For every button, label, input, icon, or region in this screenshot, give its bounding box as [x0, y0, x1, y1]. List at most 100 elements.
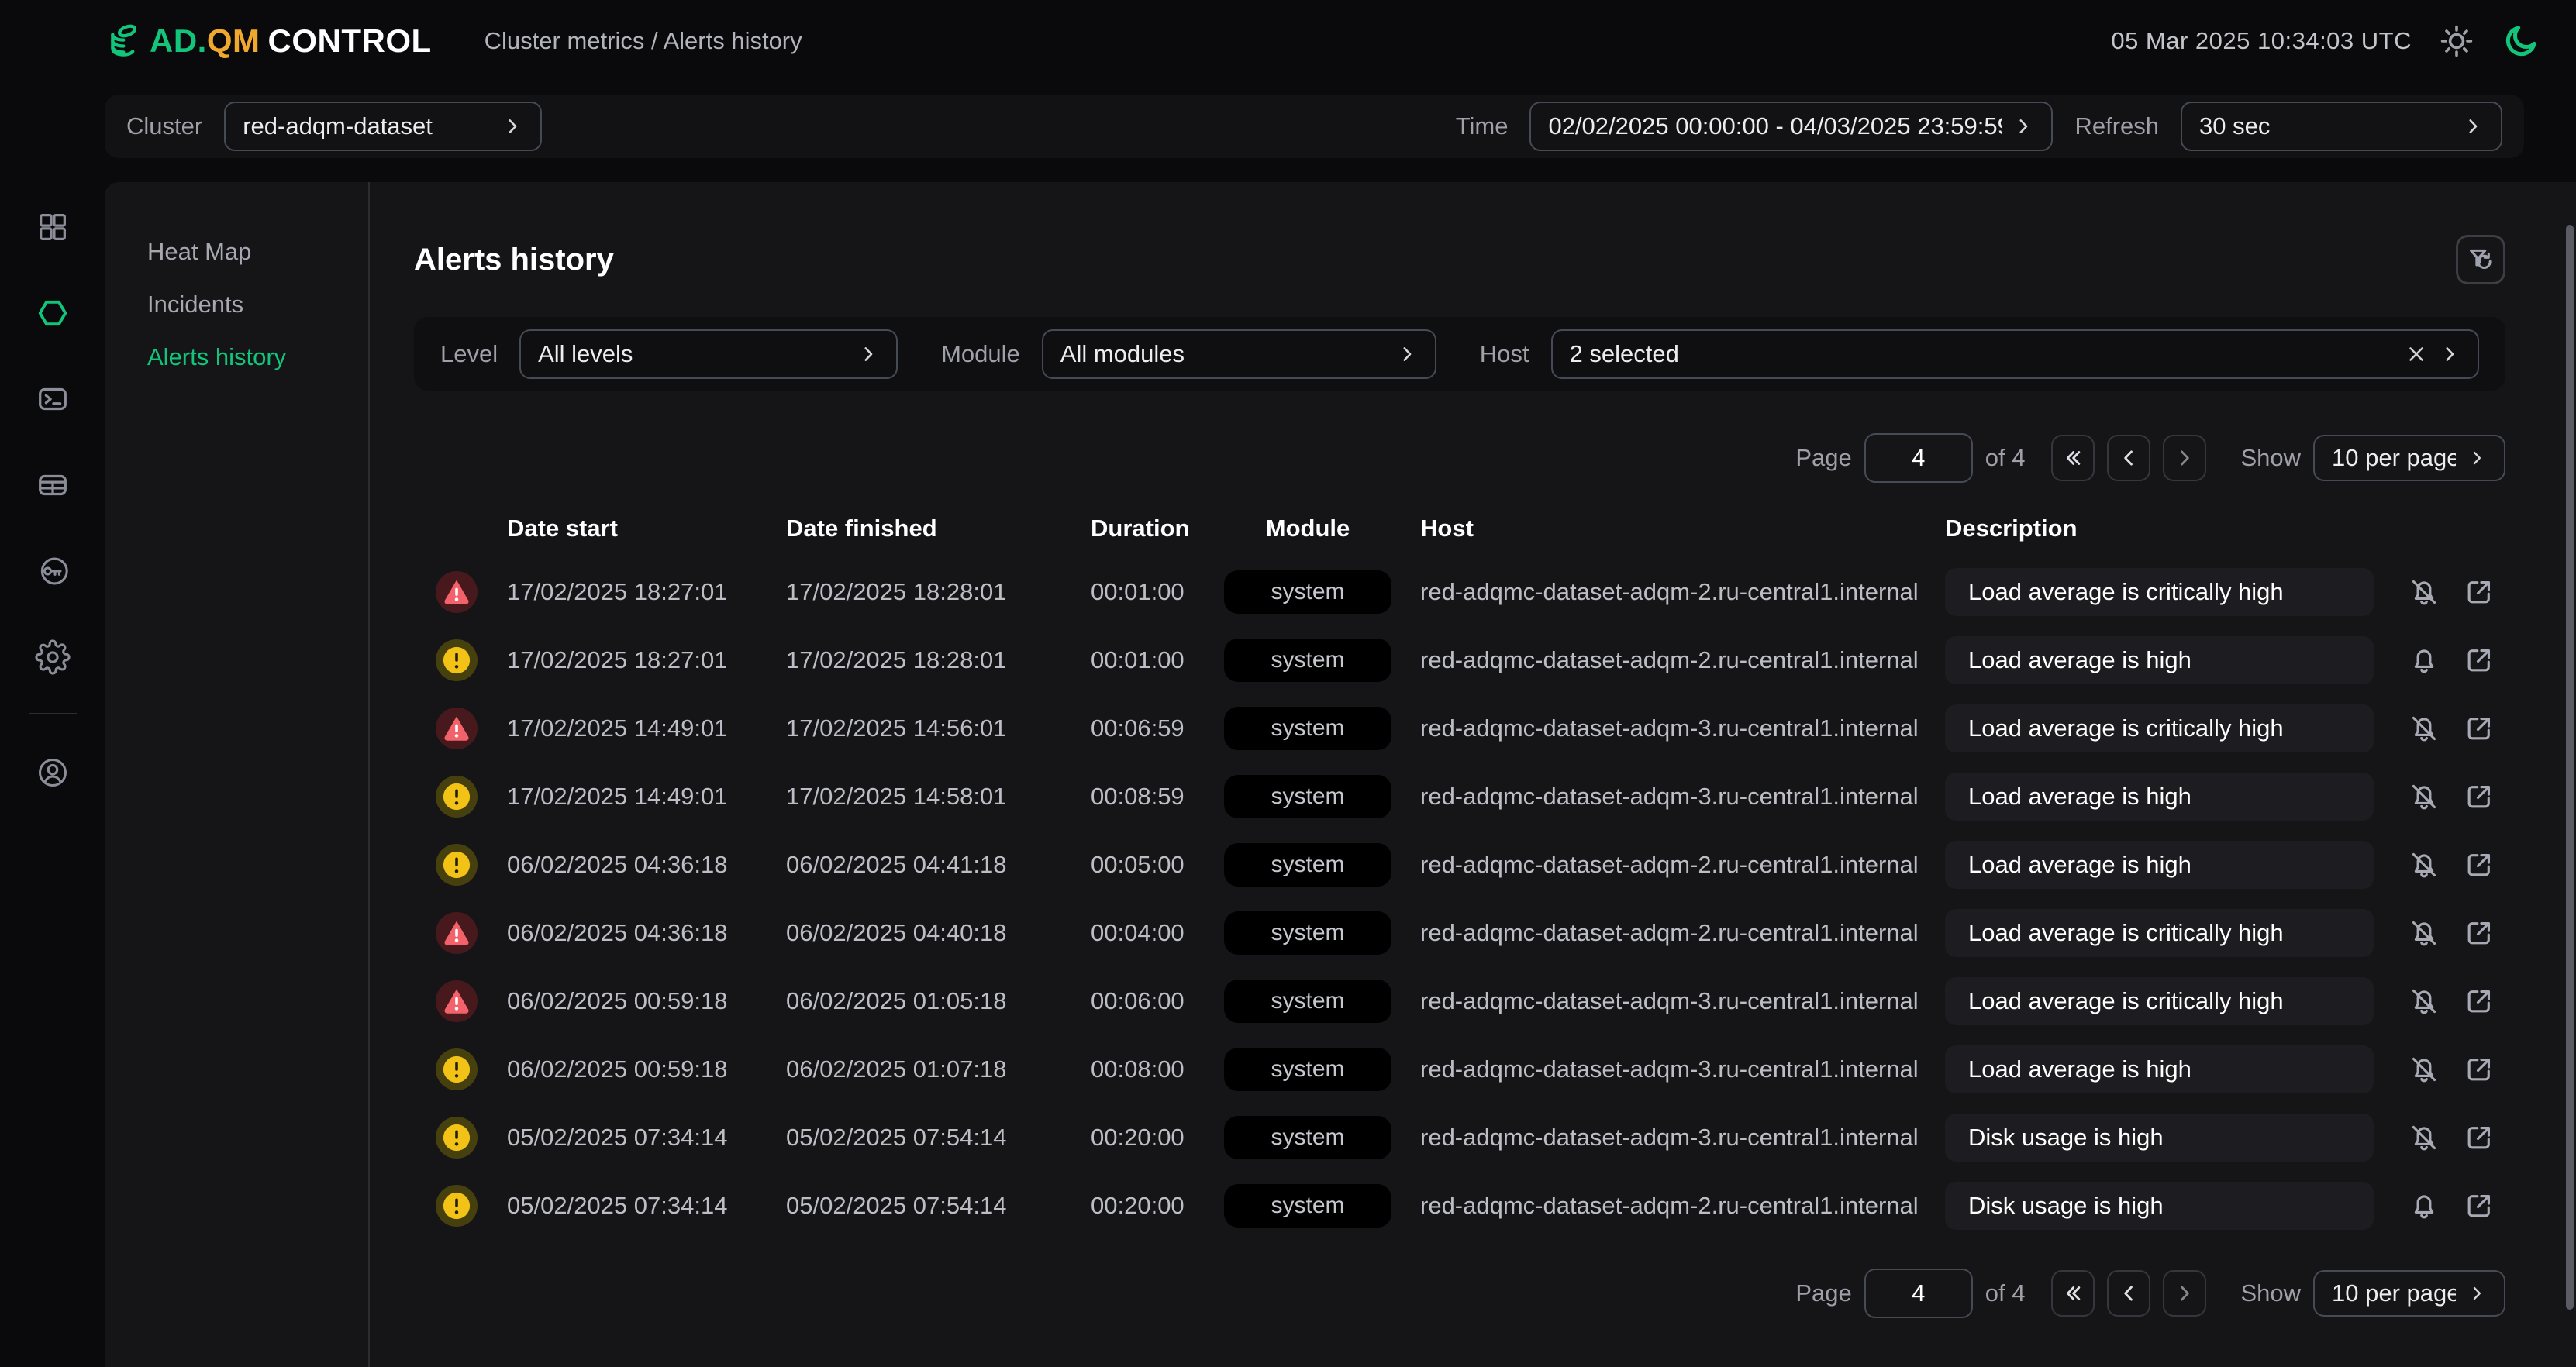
table-row[interactable]: 06/02/2025 00:59:18 06/02/2025 01:05:18 …: [414, 967, 2505, 1035]
table-row[interactable]: 06/02/2025 00:59:18 06/02/2025 01:07:18 …: [414, 1035, 2505, 1104]
module-badge: system: [1224, 775, 1391, 818]
time-range-value: 02/02/2025 00:00:00 - 04/03/2025 23:59:5…: [1548, 112, 2002, 140]
date-start-cell: 05/02/2025 07:34:14: [498, 1124, 777, 1152]
description-cell: Load average is critically high: [1924, 909, 2397, 957]
external-link-icon[interactable]: [2462, 848, 2496, 882]
open-alert-cell: [2451, 1189, 2507, 1223]
logo[interactable]: AD.QMCONTROL: [103, 20, 432, 62]
bell-slash-icon[interactable]: [2407, 1121, 2441, 1155]
utc-clock: 05 Mar 2025 10:34:03 UTC: [2111, 27, 2412, 55]
notification-cell: [2397, 984, 2451, 1018]
external-link-icon[interactable]: [2462, 1052, 2496, 1086]
level-cell: [414, 571, 498, 613]
per-page-select[interactable]: 10 per page: [2313, 1270, 2505, 1317]
sidebar-item-incidents[interactable]: Incidents: [105, 278, 368, 331]
table-header: Date start Date finished Duration Module…: [414, 499, 2505, 558]
next-page-button[interactable]: [2163, 1270, 2206, 1317]
refresh-select[interactable]: 30 sec: [2181, 102, 2502, 151]
per-page-select[interactable]: 10 per page: [2313, 435, 2505, 481]
external-link-icon[interactable]: [2462, 916, 2496, 950]
clear-host-icon[interactable]: [2405, 343, 2428, 366]
app-root: AD.QMCONTROL Cluster metrics / Alerts hi…: [0, 0, 2576, 1367]
table-row[interactable]: 17/02/2025 18:27:01 17/02/2025 18:28:01 …: [414, 626, 2505, 694]
duration-cell: 00:05:00: [1071, 851, 1211, 879]
cluster-select[interactable]: red-adqm-dataset: [224, 102, 542, 151]
sidebar-item-heat-map[interactable]: Heat Map: [105, 226, 368, 278]
bell-slash-icon[interactable]: [2407, 575, 2441, 609]
module-badge: system: [1224, 980, 1391, 1023]
module-cell: system: [1211, 843, 1405, 887]
external-link-icon[interactable]: [2462, 1189, 2496, 1223]
external-link-icon[interactable]: [2462, 575, 2496, 609]
duration-cell: 00:01:00: [1071, 646, 1211, 674]
description-pill: Load average is critically high: [1945, 704, 2374, 752]
table-row[interactable]: 05/02/2025 07:34:14 05/02/2025 07:54:14 …: [414, 1104, 2505, 1172]
host-select[interactable]: 2 selected: [1551, 329, 2479, 379]
content: Alerts history Level All levels: [371, 182, 2576, 1367]
table-row[interactable]: 06/02/2025 04:36:18 06/02/2025 04:41:18 …: [414, 831, 2505, 899]
prev-page-button[interactable]: [2107, 435, 2150, 481]
module-cell: system: [1211, 1116, 1405, 1159]
bell-slash-icon[interactable]: [2407, 984, 2441, 1018]
table-row[interactable]: 06/02/2025 04:36:18 06/02/2025 04:40:18 …: [414, 899, 2505, 967]
moon-icon[interactable]: [2502, 22, 2540, 60]
external-link-icon[interactable]: [2462, 643, 2496, 677]
external-link-icon[interactable]: [2462, 711, 2496, 745]
next-page-button[interactable]: [2163, 435, 2206, 481]
first-page-button[interactable]: [2051, 435, 2095, 481]
open-alert-cell: [2451, 575, 2507, 609]
level-cell: [414, 776, 498, 818]
scrollbar[interactable]: [2566, 225, 2574, 1310]
module-select[interactable]: All modules: [1042, 329, 1436, 379]
module-cell: system: [1211, 911, 1405, 955]
notification-cell: [2397, 1121, 2451, 1155]
first-page-button[interactable]: [2051, 1270, 2095, 1317]
gear-icon[interactable]: [35, 639, 71, 675]
bell-slash-icon[interactable]: [2407, 916, 2441, 950]
per-page-value: 10 per page: [2332, 1279, 2456, 1307]
reset-filters-button[interactable]: [2456, 235, 2505, 284]
level-value: All levels: [538, 340, 847, 368]
description-pill: Load average is critically high: [1945, 568, 2374, 616]
host-cell: red-adqmc-dataset-adqm-3.ru-central1.int…: [1405, 1124, 1924, 1152]
table-row[interactable]: 17/02/2025 18:27:01 17/02/2025 18:28:01 …: [414, 558, 2505, 626]
level-select[interactable]: All levels: [519, 329, 898, 379]
date-start-cell: 17/02/2025 18:27:01: [498, 578, 777, 606]
description-cell: Load average is high: [1924, 636, 2397, 684]
table-icon[interactable]: [35, 467, 71, 503]
top-header: AD.QMCONTROL Cluster metrics / Alerts hi…: [0, 0, 2576, 81]
external-link-icon[interactable]: [2462, 780, 2496, 814]
description-pill: Load average is high: [1945, 773, 2374, 821]
module-badge: system: [1224, 911, 1391, 955]
time-range-select[interactable]: 02/02/2025 00:00:00 - 04/03/2025 23:59:5…: [1529, 102, 2053, 151]
date-finished-cell: 17/02/2025 18:28:01: [777, 646, 1071, 674]
table-row[interactable]: 17/02/2025 14:49:01 17/02/2025 14:56:01 …: [414, 694, 2505, 763]
show-label: Show: [2240, 444, 2301, 472]
bell-icon[interactable]: [2407, 643, 2441, 677]
host-cell: red-adqmc-dataset-adqm-3.ru-central1.int…: [1405, 1055, 1924, 1083]
account-icon[interactable]: [35, 755, 71, 790]
bell-icon[interactable]: [2407, 1189, 2441, 1223]
page-number-input[interactable]: [1864, 433, 1973, 483]
external-link-icon[interactable]: [2462, 1121, 2496, 1155]
table-row[interactable]: 05/02/2025 07:34:14 05/02/2025 07:54:14 …: [414, 1172, 2505, 1240]
bell-slash-icon[interactable]: [2407, 1052, 2441, 1086]
sidebar-item-alerts-history[interactable]: Alerts history: [105, 331, 368, 384]
terminal-icon[interactable]: [35, 381, 71, 417]
dashboard-icon[interactable]: [35, 209, 71, 245]
warning-level-icon: [436, 776, 478, 818]
cluster-hexagon-icon[interactable]: [35, 295, 71, 331]
host-cell: red-adqmc-dataset-adqm-2.ru-central1.int…: [1405, 646, 1924, 674]
page-number-input[interactable]: [1864, 1269, 1973, 1318]
sun-icon[interactable]: [2438, 22, 2475, 60]
host-value: 2 selected: [1570, 340, 2394, 368]
bell-slash-icon[interactable]: [2407, 848, 2441, 882]
warning-level-icon: [436, 1117, 478, 1159]
prev-page-button[interactable]: [2107, 1270, 2150, 1317]
table-row[interactable]: 17/02/2025 14:49:01 17/02/2025 14:58:01 …: [414, 763, 2505, 831]
description-cell: Load average is critically high: [1924, 977, 2397, 1025]
key-icon[interactable]: [35, 553, 71, 589]
external-link-icon[interactable]: [2462, 984, 2496, 1018]
bell-slash-icon[interactable]: [2407, 711, 2441, 745]
bell-slash-icon[interactable]: [2407, 780, 2441, 814]
